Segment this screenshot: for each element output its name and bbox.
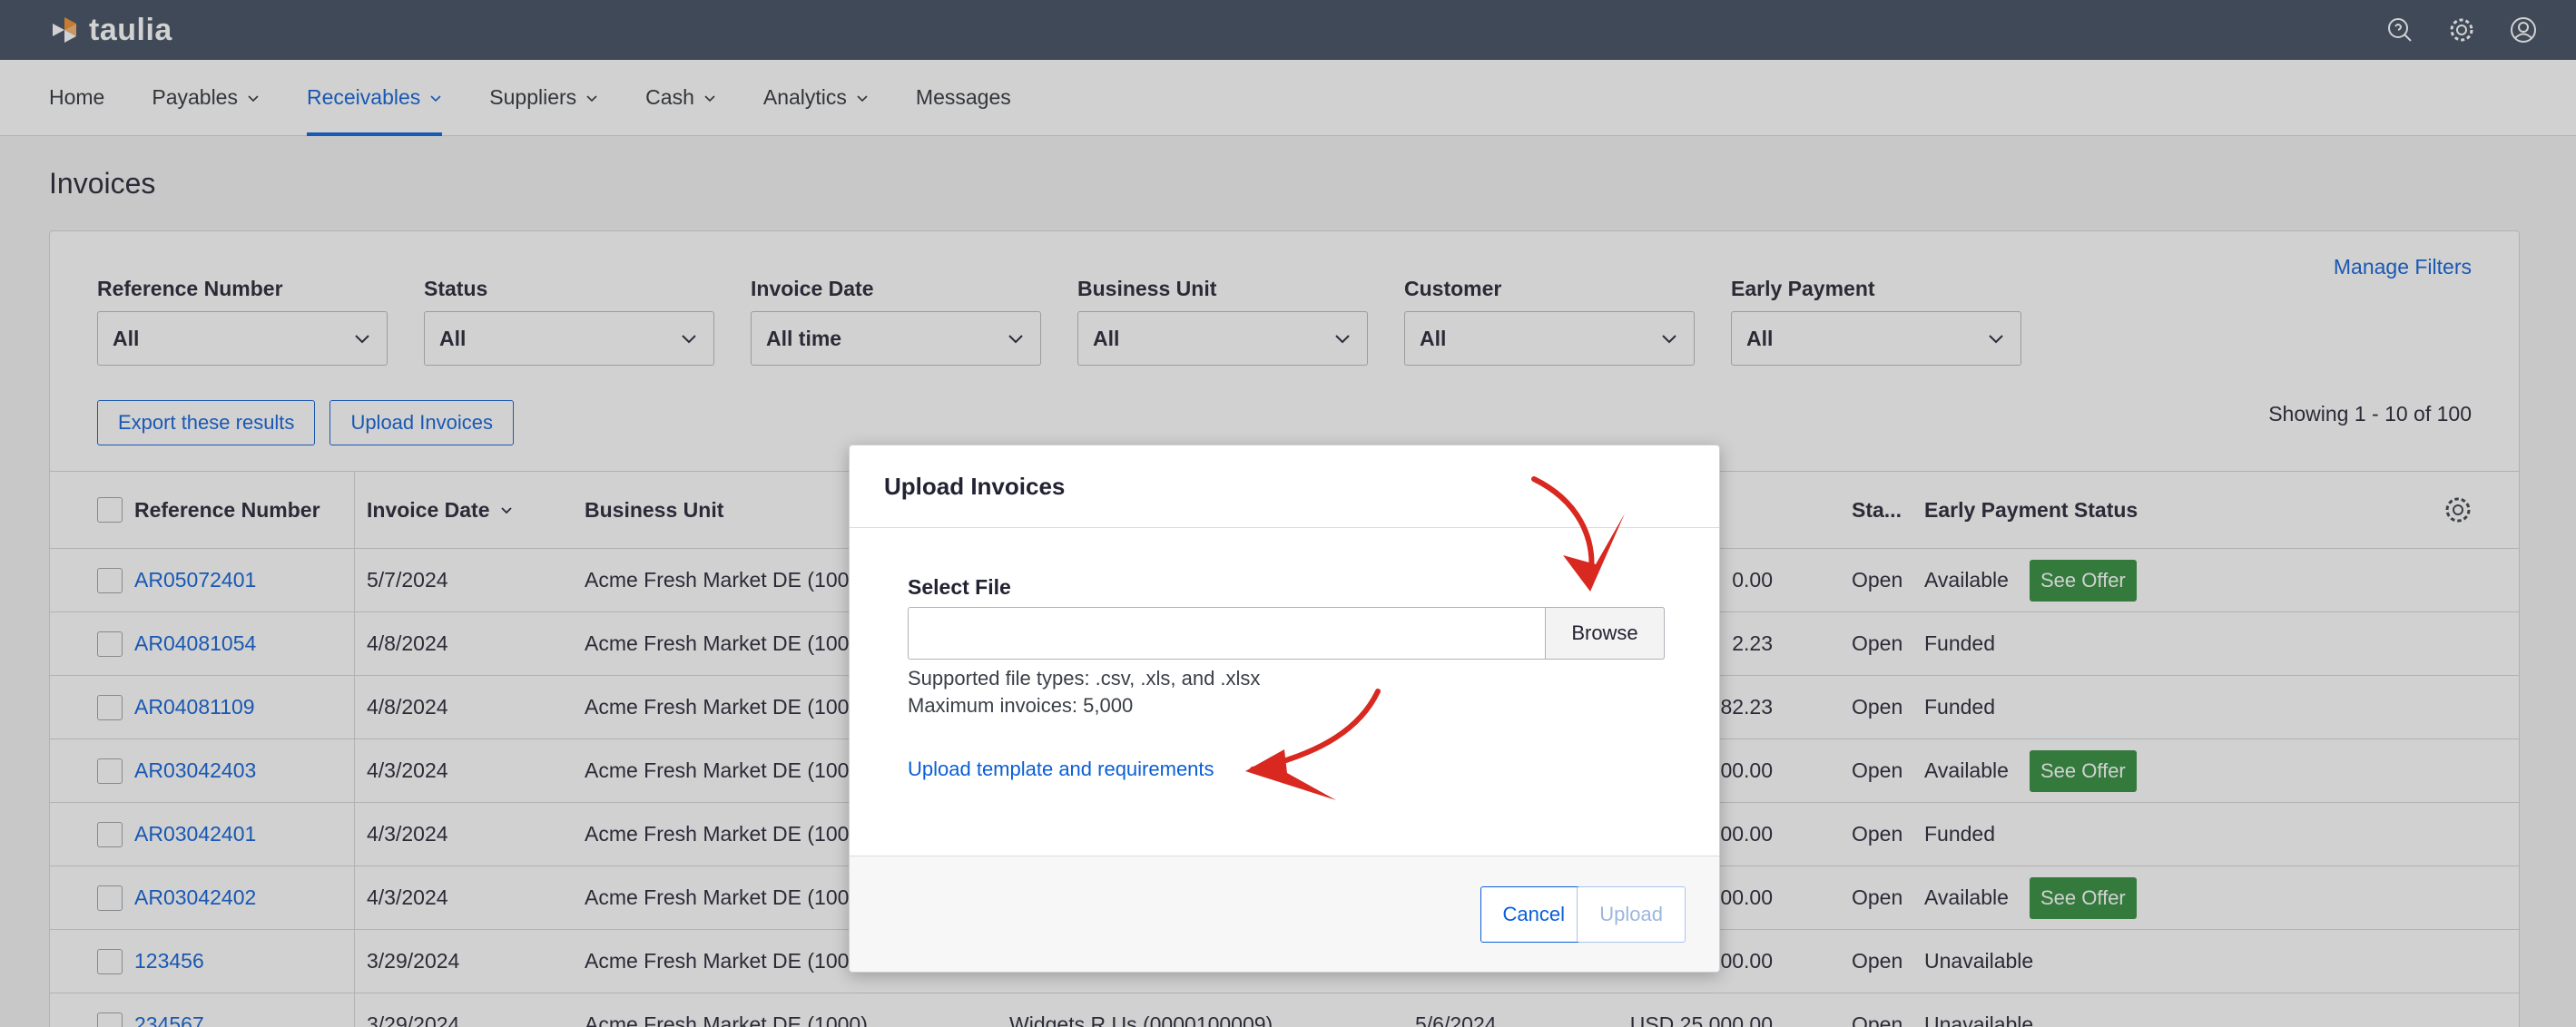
supported-types-hint: Supported file types: .csv, .xls, and .x… — [908, 667, 1261, 690]
max-invoices-hint: Maximum invoices: 5,000 — [908, 694, 1134, 717]
divider — [850, 527, 1719, 528]
cancel-button[interactable]: Cancel — [1480, 886, 1588, 943]
dialog-title: Upload Invoices — [884, 472, 1066, 500]
upload-button[interactable]: Upload — [1577, 886, 1686, 943]
browse-button[interactable]: Browse — [1545, 607, 1665, 660]
file-path-input[interactable]: Browse — [908, 607, 1665, 660]
upload-template-link[interactable]: Upload template and requirements — [908, 758, 1214, 781]
dialog-footer: Cancel Upload — [850, 856, 1719, 972]
select-file-label: Select File — [908, 575, 1011, 599]
upload-invoices-dialog: Upload Invoices Select File Browse Suppo… — [849, 445, 1720, 973]
